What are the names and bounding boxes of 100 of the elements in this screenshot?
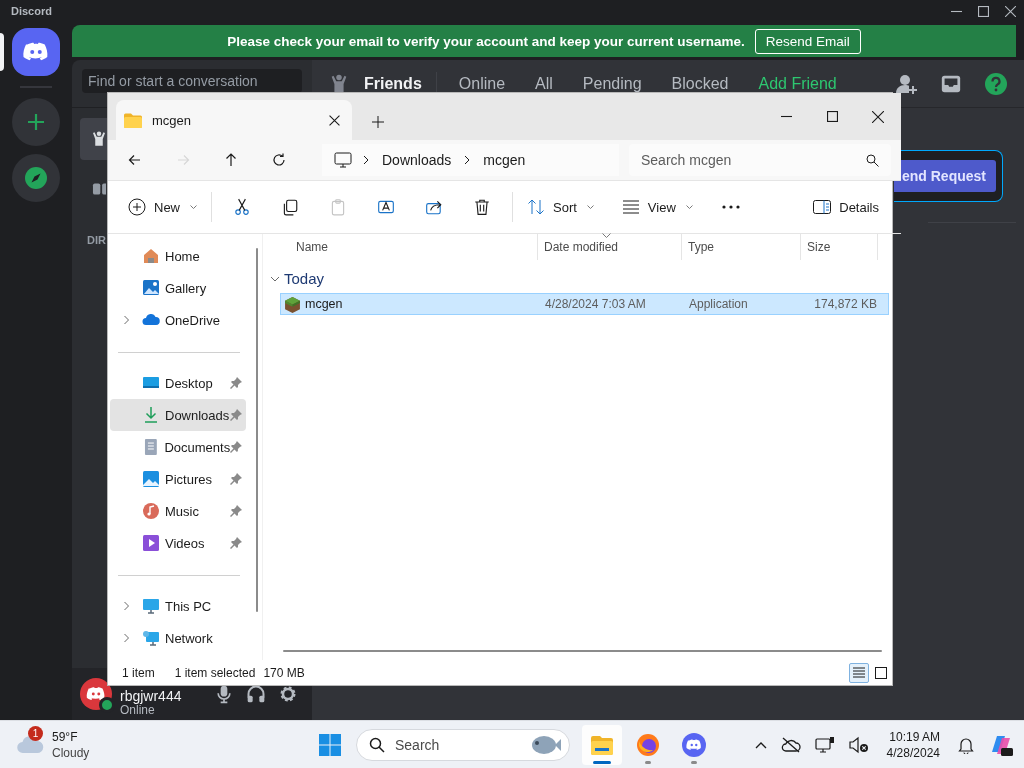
discord-logo-icon <box>682 732 706 757</box>
close-icon <box>872 110 884 123</box>
sort-button[interactable]: Sort <box>519 190 602 224</box>
friends-tab[interactable]: Online <box>450 72 514 95</box>
friends-tab[interactable]: Blocked <box>663 72 737 95</box>
picture-icon <box>142 470 160 488</box>
close-icon[interactable] <box>1005 5 1016 17</box>
search-input[interactable]: Search <box>395 736 519 753</box>
folder-icon <box>124 112 142 128</box>
file-name: mcgen <box>305 297 343 311</box>
fox-globe-icon <box>636 732 660 757</box>
navigation-label: Network <box>165 630 214 646</box>
selection-pill <box>0 33 4 71</box>
add-server-button[interactable] <box>12 98 60 146</box>
navigation-item[interactable]: Documents <box>110 431 246 463</box>
video-icon <box>142 534 160 552</box>
new-button[interactable]: New <box>120 190 205 224</box>
column-header[interactable]: Size <box>807 240 831 254</box>
navigation-item[interactable]: Gallery <box>110 272 246 304</box>
grass-block-icon <box>284 295 301 313</box>
details-pane-icon <box>813 200 832 214</box>
rename-icon <box>377 198 395 216</box>
scrollbar[interactable] <box>283 650 882 652</box>
chevron-right-icon <box>362 155 370 165</box>
help-icon[interactable] <box>984 71 1008 96</box>
selection-count: 1 item selected <box>174 665 256 680</box>
monitor-icon[interactable] <box>814 735 835 754</box>
trash-icon <box>473 198 491 216</box>
chevron-right-icon <box>463 155 472 165</box>
compass-icon <box>24 166 48 190</box>
lines-icon <box>621 200 640 214</box>
breadcrumb-item[interactable]: Downloads <box>380 152 454 168</box>
selection-size: 170 MB <box>263 665 305 680</box>
search-bar[interactable]: Search <box>356 728 570 761</box>
maximize-icon[interactable] <box>978 5 989 17</box>
navigation-label: Home <box>165 248 201 264</box>
column-header[interactable]: Date modified <box>544 240 619 254</box>
friends-tab[interactable]: Pending <box>574 72 650 95</box>
navigation-label: Videos <box>165 535 206 551</box>
settings-icon[interactable] <box>278 684 298 704</box>
search-input[interactable]: Search mcgen <box>641 152 866 168</box>
navigation-item[interactable]: Downloads <box>110 399 246 431</box>
section-label: DIR <box>87 234 106 246</box>
navigation-label: Desktop <box>165 375 214 391</box>
download-icon <box>142 406 160 424</box>
navigation-label: Gallery <box>165 280 208 296</box>
friends-item[interactable] <box>80 118 108 160</box>
navigation-item[interactable]: Videos <box>110 527 246 559</box>
navigation-item[interactable]: Desktop <box>110 367 246 399</box>
computer-icon <box>334 152 352 168</box>
group-header[interactable]: Today <box>270 270 325 287</box>
navigation-item[interactable]: Pictures <box>110 463 246 495</box>
column-header[interactable]: Name <box>296 240 328 254</box>
plus-circle-icon <box>128 198 146 216</box>
scissors-icon <box>233 198 251 216</box>
navigation-item[interactable]: Home <box>110 240 246 272</box>
send-request-button[interactable]: end Request <box>894 160 996 192</box>
explorer-tab[interactable]: mcgen <box>116 100 352 140</box>
details-view-button[interactable] <box>849 662 869 683</box>
close-icon[interactable] <box>329 114 340 126</box>
list-icon <box>852 665 866 680</box>
navigation-item[interactable]: OneDrive <box>110 304 246 336</box>
search-bar[interactable]: Search mcgen <box>629 144 891 176</box>
new-tab-icon[interactable] <box>372 116 384 128</box>
file-row[interactable]: mcgen 4/28/2024 7:03 AM Application 174,872 KB <box>280 293 889 315</box>
scrollbar[interactable] <box>256 248 258 612</box>
address-bar[interactable]: Downloads mcgen <box>322 144 619 176</box>
add-friend-tab[interactable]: Add Friend <box>750 72 845 95</box>
file-type: Application <box>688 297 749 311</box>
bell-icon[interactable] <box>958 735 974 754</box>
square-icon <box>874 665 888 680</box>
caret-icon <box>190 204 197 210</box>
file-date: 4/28/2024 7:03 AM <box>544 297 647 311</box>
navigation-item[interactable]: This PC <box>110 590 246 622</box>
weather-widget[interactable]: 1 59°F Cloudy <box>0 728 310 761</box>
navigation-item[interactable]: Music <box>110 495 246 527</box>
search-field[interactable]: Find or start a conversation <box>82 69 302 93</box>
cloud-off-icon[interactable] <box>780 736 801 753</box>
clock-date: 4/28/2024 <box>886 744 940 761</box>
details-button[interactable]: Details <box>805 190 887 224</box>
explore-button[interactable] <box>12 154 60 202</box>
sort-arrows-icon <box>527 199 545 215</box>
clock[interactable]: 10:19 AM 4/28/2024 <box>886 728 940 761</box>
network-icon <box>142 629 160 647</box>
monitor-icon <box>142 597 160 615</box>
column-header[interactable]: Type <box>688 240 714 254</box>
copy-icon <box>281 198 299 216</box>
navigation-item[interactable]: Network <box>110 622 246 654</box>
breadcrumb-item[interactable]: mcgen <box>481 152 528 168</box>
friends-tab[interactable]: All <box>527 72 561 95</box>
view-button[interactable]: View <box>613 190 701 224</box>
headphones-icon[interactable] <box>246 684 266 704</box>
user-status: Online <box>120 703 155 717</box>
clock-time: 10:19 AM <box>889 728 940 745</box>
home-button[interactable] <box>12 28 60 76</box>
file-size: 174,872 KB <box>813 297 878 311</box>
taskbar-app[interactable] <box>582 724 622 765</box>
speaker-muted-icon[interactable] <box>848 735 869 754</box>
chevron-up-icon[interactable] <box>754 740 767 749</box>
resend-email-button[interactable]: Resend Email <box>754 28 861 54</box>
